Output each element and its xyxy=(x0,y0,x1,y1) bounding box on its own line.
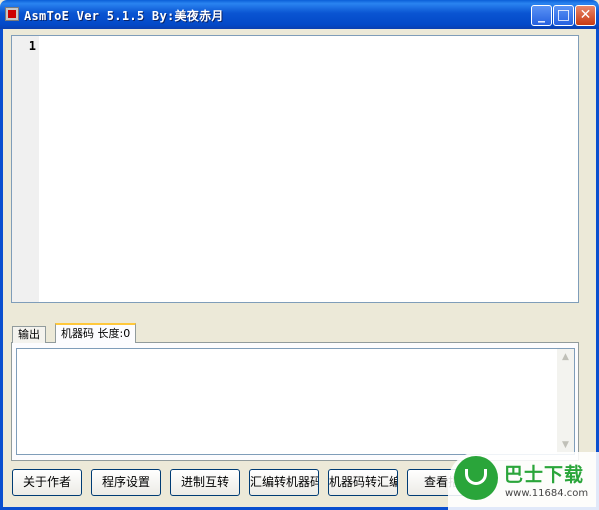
tab-output[interactable]: 输出 xyxy=(12,326,46,343)
about-author-button[interactable]: 关于作者 xyxy=(12,469,82,496)
close-button[interactable]: ✕ xyxy=(575,5,596,26)
window-title: AsmToE Ver 5.1.5 By:美夜赤月 xyxy=(24,9,224,23)
asm-to-machine-code-button[interactable]: 汇编转机器码 xyxy=(249,469,319,496)
scroll-up-icon[interactable]: ▲ xyxy=(557,349,574,366)
minimize-button[interactable]: _ xyxy=(531,5,552,26)
watermark: 巴士下载 www.11684.com xyxy=(448,452,599,510)
tab-panel: ▲ ▼ xyxy=(11,343,579,461)
machine-code-output[interactable]: ▲ ▼ xyxy=(16,348,575,455)
code-editor[interactable]: 1 xyxy=(11,35,579,303)
tab-machine-code[interactable]: 机器码 长度:0 xyxy=(55,323,137,344)
line-number: 1 xyxy=(28,39,36,53)
radix-convert-button[interactable]: 进制互转 xyxy=(170,469,240,496)
line-number-gutter: 1 xyxy=(12,36,39,302)
output-scrollbar[interactable]: ▲ ▼ xyxy=(557,349,574,454)
watermark-logo-icon xyxy=(454,456,498,500)
watermark-text: 巴士下载 xyxy=(504,464,585,486)
output-tab-strip: 输出 机器码 长度:0 xyxy=(11,323,579,344)
title-bar[interactable]: AsmToE Ver 5.1.5 By:美夜赤月 _ □ ✕ xyxy=(0,0,599,29)
machine-code-to-asm-button[interactable]: 机器码转汇编 xyxy=(328,469,398,496)
program-settings-button[interactable]: 程序设置 xyxy=(91,469,161,496)
maximize-button[interactable]: □ xyxy=(553,5,574,26)
watermark-url: www.11684.com xyxy=(505,488,589,499)
app-icon[interactable] xyxy=(5,7,19,21)
